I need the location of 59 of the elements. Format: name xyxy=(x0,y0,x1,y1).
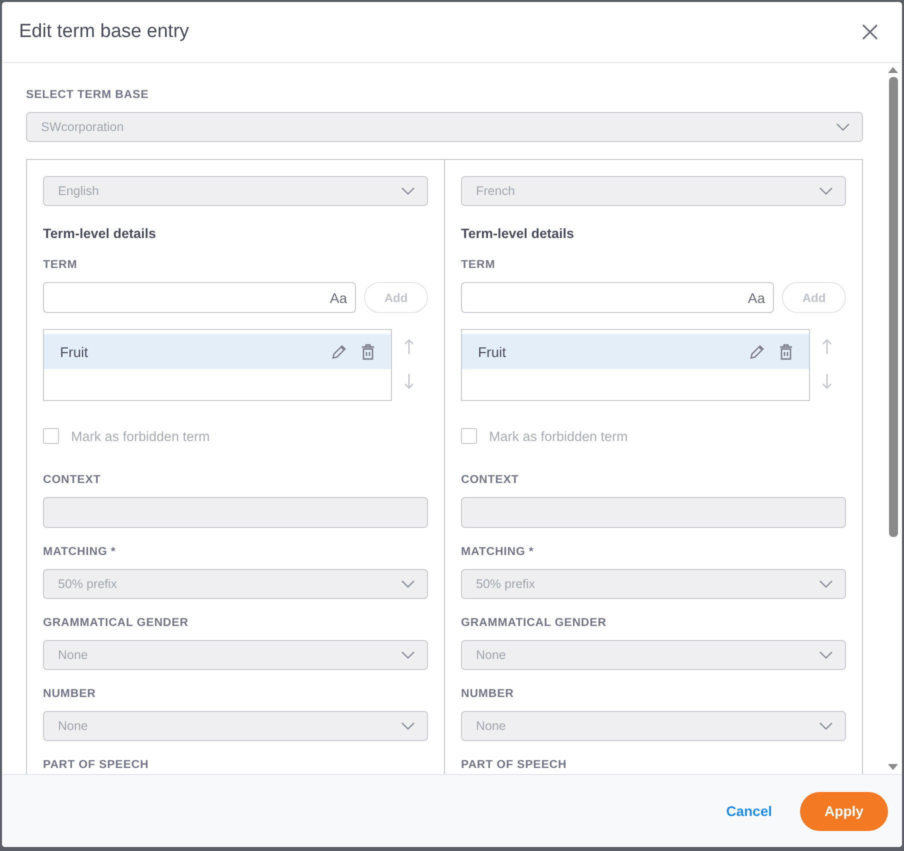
term-item[interactable]: Fruit xyxy=(44,334,391,369)
cancel-button[interactable]: Cancel xyxy=(720,802,778,820)
arrow-up-icon[interactable] xyxy=(404,339,414,355)
arrow-up-icon[interactable] xyxy=(822,339,832,355)
apply-button[interactable]: Apply xyxy=(800,792,888,830)
field-label: TERM xyxy=(461,258,496,273)
dropdown[interactable]: 50% prefix xyxy=(461,569,846,599)
checkbox-label: Mark as forbidden term xyxy=(71,428,210,444)
add-button[interactable]: Add xyxy=(364,282,428,313)
dropdown[interactable]: None xyxy=(461,711,846,741)
field-label: MATCHING * xyxy=(43,545,117,560)
text-case-icon: Aa xyxy=(748,290,765,306)
dropdown[interactable]: French xyxy=(461,176,846,206)
trash-icon[interactable] xyxy=(779,344,793,360)
chevron-down-icon xyxy=(836,123,850,131)
chevron-down-icon xyxy=(401,187,415,195)
checkbox[interactable] xyxy=(461,428,477,444)
term-input[interactable]: Aa xyxy=(461,282,774,313)
section-heading: Term-level details xyxy=(461,226,576,241)
pencil-icon[interactable] xyxy=(331,344,347,360)
text-input[interactable] xyxy=(43,497,428,528)
field-label: GRAMMATICAL GENDER xyxy=(43,616,190,631)
dropdown[interactable]: None xyxy=(43,711,428,741)
field-label: PART OF SPEECH xyxy=(461,758,568,773)
field-label: SELECT TERM BASE xyxy=(26,88,150,103)
checkbox[interactable] xyxy=(43,428,59,444)
dropdown[interactable]: SWcorporation xyxy=(26,112,863,142)
dropdown[interactable]: None xyxy=(43,640,428,670)
add-button[interactable]: Add xyxy=(782,282,846,313)
text-case-icon: Aa xyxy=(330,290,347,306)
chevron-down-icon xyxy=(401,651,415,659)
chevron-down-icon xyxy=(819,651,833,659)
dropdown[interactable]: None xyxy=(461,640,846,670)
checkbox-label: Mark as forbidden term xyxy=(489,428,628,444)
dropdown[interactable]: English xyxy=(43,176,428,206)
dropdown[interactable]: 50% prefix xyxy=(43,569,428,599)
field-label: PART OF SPEECH xyxy=(43,758,150,773)
text-input[interactable] xyxy=(461,497,846,528)
field-label: CONTEXT xyxy=(461,473,520,488)
trash-icon[interactable] xyxy=(361,344,375,360)
chevron-down-icon xyxy=(819,580,833,588)
dialog-title: Edit term base entry xyxy=(19,21,190,43)
chevron-down-icon xyxy=(401,722,415,730)
chevron-down-icon xyxy=(819,187,833,195)
field-label: TERM xyxy=(43,258,78,273)
close-icon[interactable] xyxy=(862,24,878,40)
arrow-down-icon[interactable] xyxy=(404,373,414,389)
field-label: GRAMMATICAL GENDER xyxy=(461,616,608,631)
pencil-icon[interactable] xyxy=(749,344,765,360)
field-label: NUMBER xyxy=(43,687,97,702)
chevron-down-icon xyxy=(401,580,415,588)
arrow-down-icon[interactable] xyxy=(822,373,832,389)
chevron-down-icon xyxy=(819,722,833,730)
field-label: CONTEXT xyxy=(43,473,102,488)
term-input[interactable]: Aa xyxy=(43,282,356,313)
section-heading: Term-level details xyxy=(43,226,158,241)
term-item[interactable]: Fruit xyxy=(462,334,809,369)
field-label: MATCHING * xyxy=(461,545,535,560)
field-label: NUMBER xyxy=(461,687,515,702)
